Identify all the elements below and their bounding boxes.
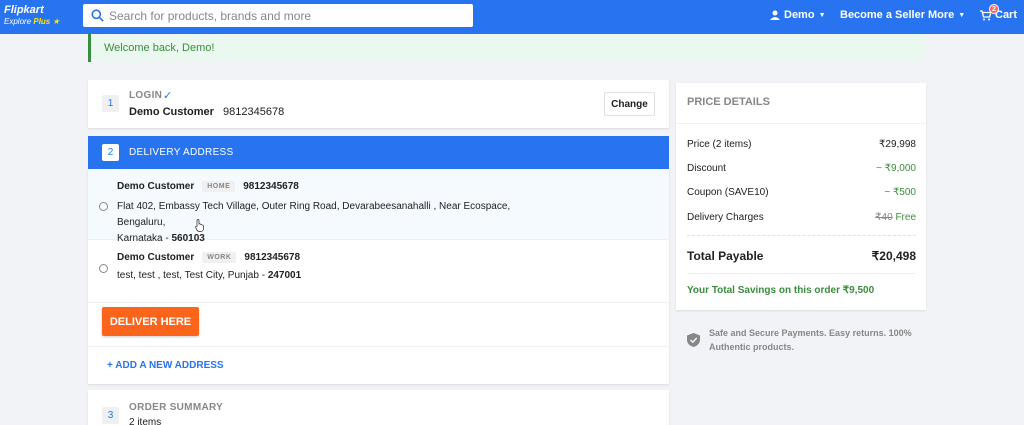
address-type-badge: HOME <box>202 181 236 192</box>
address-text: test, test , test, Test City, Punjab - 2… <box>117 270 302 281</box>
become-seller-link[interactable]: Become a Seller <box>840 9 925 21</box>
price-details-panel: PRICE DETAILS Price (2 items) ₹29,998 Dis… <box>676 83 926 310</box>
chevron-down-icon: ▼ <box>818 11 826 19</box>
user-icon <box>770 10 780 20</box>
address-radio[interactable] <box>99 202 108 211</box>
plus-star-icon: ★ <box>52 17 60 26</box>
step-title: LOGIN <box>129 90 163 101</box>
customer-phone: 9812345678 <box>223 106 285 118</box>
customer-name: Demo Customer <box>129 106 214 118</box>
cart-icon: 2 <box>980 3 999 21</box>
top-navbar: Flipkart Explore Plus ★ Demo ▼ Become a … <box>0 0 1024 34</box>
total-savings: Your Total Savings on this order ₹9,500 <box>687 285 875 296</box>
order-summary-step[interactable]: 3 ORDER SUMMARY 2 items <box>88 390 669 425</box>
hand-cursor-icon <box>195 219 204 232</box>
logo-tagline: Explore Plus ★ <box>4 17 60 26</box>
address-header: Demo Customer WORK 9812345678 <box>117 252 301 263</box>
total-payable-row: Total Payable ₹20,498 <box>687 249 916 263</box>
divider <box>687 235 916 236</box>
check-icon: ✓ <box>163 90 173 102</box>
search-input[interactable] <box>109 4 469 27</box>
address-radio[interactable] <box>99 264 108 273</box>
more-menu[interactable]: More ▼ <box>928 9 965 21</box>
user-menu[interactable]: Demo ▼ <box>770 9 826 21</box>
delivery-step-header: 2 DELIVERY ADDRESS <box>88 136 669 169</box>
cart-count-badge: 2 <box>989 3 999 14</box>
step-number: 1 <box>102 95 119 112</box>
flipkart-logo[interactable]: Flipkart Explore Plus ★ <box>4 4 60 28</box>
address-option[interactable]: Demo Customer WORK 9812345678 test, test… <box>88 240 669 303</box>
address-type-badge: WORK <box>202 252 237 263</box>
logo-text: Flipkart <box>4 4 44 16</box>
step-number: 2 <box>102 144 119 161</box>
item-count: 2 items <box>129 417 162 425</box>
change-login-button[interactable]: Change <box>604 92 655 116</box>
deliver-here-button[interactable]: DELIVER HERE <box>102 307 199 336</box>
price-row: Price (2 items) ₹29,998 <box>687 139 916 150</box>
discount-row: Discount − ₹9,000 <box>687 163 916 174</box>
step-title: ORDER SUMMARY <box>129 402 224 413</box>
login-step: 1 LOGIN ✓ Demo Customer 9812345678 Chang… <box>88 80 669 128</box>
step-number: 3 <box>102 407 119 424</box>
search-bar[interactable] <box>83 4 473 27</box>
delivery-charges-row: Delivery Charges ₹40 Free <box>687 212 916 223</box>
welcome-banner: Welcome back, Demo! <box>88 34 926 62</box>
secure-payment-info: Safe and Secure Payments. Easy returns. … <box>676 317 926 363</box>
address-header: Demo Customer HOME 9812345678 <box>117 181 299 192</box>
chevron-down-icon: ▼ <box>958 11 966 19</box>
add-new-address-link[interactable]: + ADD A NEW ADDRESS <box>88 346 669 384</box>
login-info: Demo Customer 9812345678 <box>129 106 284 118</box>
cart-link[interactable]: 2 Cart <box>980 3 1017 21</box>
search-icon[interactable] <box>91 9 104 22</box>
user-name: Demo <box>784 9 815 21</box>
address-list: Demo Customer HOME 9812345678 Flat 402, … <box>88 169 669 384</box>
divider <box>687 273 916 274</box>
step-title: DELIVERY ADDRESS <box>129 147 234 158</box>
divider <box>676 123 926 124</box>
coupon-row: Coupon (SAVE10) − ₹500 <box>687 187 916 198</box>
shield-icon <box>687 333 700 347</box>
price-details-title: PRICE DETAILS <box>687 96 770 108</box>
address-option[interactable]: Demo Customer HOME 9812345678 Flat 402, … <box>88 169 669 244</box>
